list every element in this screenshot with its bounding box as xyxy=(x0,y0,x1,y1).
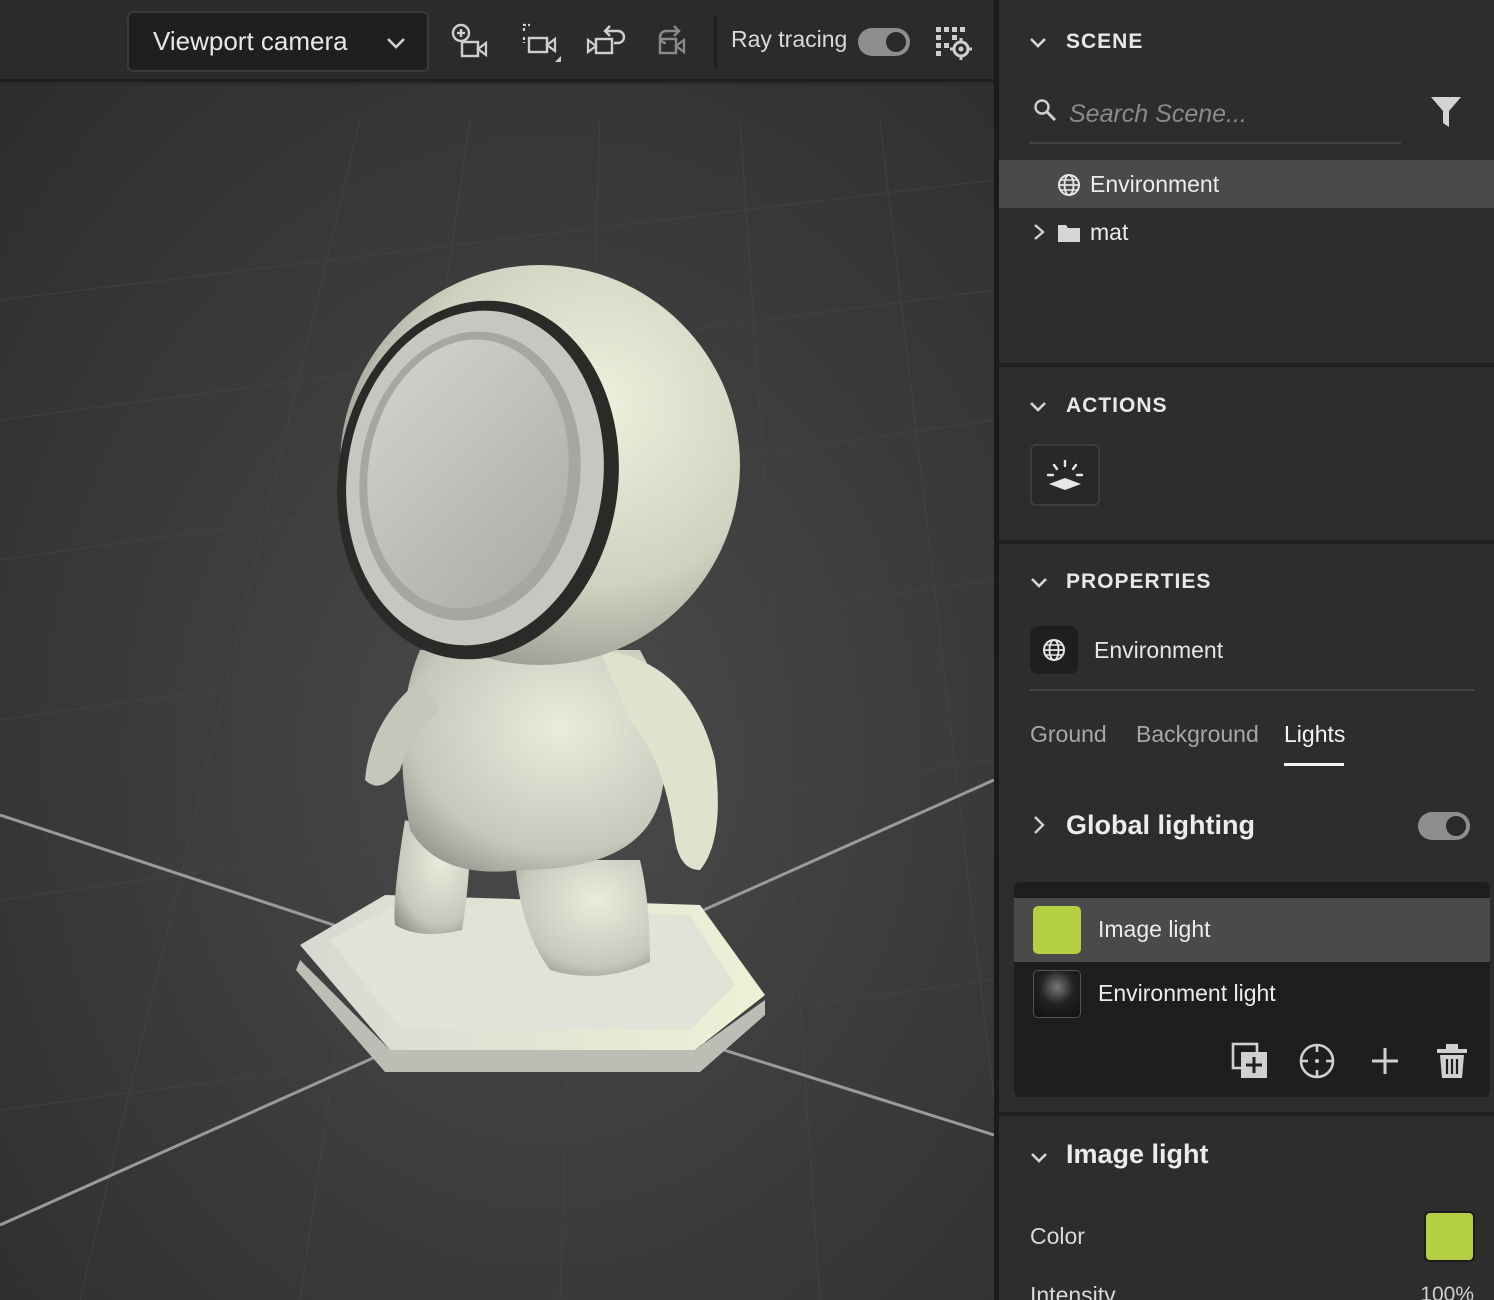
actions-section-title: ACTIONS xyxy=(1066,394,1168,417)
color-label: Color xyxy=(1030,1223,1085,1249)
scene-item-mat[interactable]: mat xyxy=(999,208,1494,256)
properties-section-title: PROPERTIES xyxy=(1066,570,1212,593)
object-type-badge xyxy=(1030,626,1078,674)
delete-light-icon[interactable] xyxy=(1433,1042,1471,1080)
lights-list: Image light Environment light xyxy=(1014,882,1490,1097)
scene-search-input[interactable] xyxy=(1069,96,1389,132)
filter-icon[interactable] xyxy=(1430,95,1462,129)
scene-item-environment[interactable]: Environment xyxy=(999,160,1494,208)
3d-viewport[interactable] xyxy=(0,85,994,1300)
tab-background[interactable]: Background xyxy=(1136,721,1259,748)
image-light-collapse-icon[interactable] xyxy=(1030,1152,1048,1164)
intensity-value[interactable]: 100% xyxy=(1420,1283,1474,1300)
scene-render xyxy=(0,119,994,1300)
search-icon xyxy=(1034,99,1057,122)
toolbar-separator xyxy=(714,16,717,68)
viewport-toolbar: Viewport camera Ray tracing xyxy=(0,0,994,82)
section-separator xyxy=(999,1112,1494,1116)
camera-select-label: Viewport camera xyxy=(153,26,348,56)
light-color-swatch xyxy=(1033,906,1081,954)
environment-thumbnail xyxy=(1033,970,1081,1018)
tab-lights[interactable]: Lights xyxy=(1284,721,1345,748)
drop-to-ground-icon xyxy=(1046,459,1084,490)
toggle-knob xyxy=(886,32,906,52)
ray-tracing-label: Ray tracing xyxy=(731,26,848,52)
divider xyxy=(1030,689,1474,691)
render-settings-icon[interactable] xyxy=(934,24,974,64)
chevron-down-icon xyxy=(387,38,405,49)
scene-collapse-icon[interactable] xyxy=(1029,37,1047,49)
scene-section-title: SCENE xyxy=(1066,30,1144,53)
globe-icon xyxy=(1058,174,1080,196)
global-lighting-toggle[interactable] xyxy=(1418,812,1470,840)
right-panel: SCENE Environment mat ACTIONS PROPERTIES… xyxy=(999,0,1494,1300)
drop-to-ground-button[interactable] xyxy=(1030,444,1100,506)
scene-item-label: mat xyxy=(1090,218,1129,245)
section-separator xyxy=(999,540,1494,544)
chevron-right-icon[interactable] xyxy=(1032,815,1046,835)
light-item-label: Environment light xyxy=(1098,980,1276,1006)
add-camera-icon[interactable] xyxy=(450,22,490,62)
light-item-image-light[interactable]: Image light xyxy=(1014,898,1490,962)
active-tab-indicator xyxy=(1284,763,1344,766)
camera-select[interactable]: Viewport camera xyxy=(127,11,429,72)
target-light-icon[interactable] xyxy=(1298,1042,1336,1080)
section-separator xyxy=(999,363,1494,367)
undo-camera-icon[interactable] xyxy=(586,22,626,62)
redo-camera-icon[interactable] xyxy=(656,22,696,62)
duplicate-light-icon[interactable] xyxy=(1231,1042,1269,1080)
add-light-icon[interactable] xyxy=(1366,1042,1404,1080)
properties-collapse-icon[interactable] xyxy=(1030,577,1048,589)
intensity-label: Intensity xyxy=(1030,1282,1116,1300)
scene-search xyxy=(1029,90,1401,144)
actions-collapse-icon[interactable] xyxy=(1029,401,1047,413)
ray-tracing-toggle[interactable] xyxy=(858,28,910,56)
light-item-label: Image light xyxy=(1098,916,1211,942)
global-lighting-label: Global lighting xyxy=(1066,810,1255,840)
tab-ground[interactable]: Ground xyxy=(1030,721,1107,748)
light-item-environment-light[interactable]: Environment light xyxy=(1014,962,1490,1026)
image-light-section-title: Image light xyxy=(1066,1139,1209,1169)
color-picker-swatch[interactable] xyxy=(1424,1211,1475,1262)
globe-icon xyxy=(1043,639,1065,661)
toggle-knob xyxy=(1446,816,1466,836)
scene-item-label: Environment xyxy=(1090,170,1220,197)
frame-camera-icon[interactable] xyxy=(521,22,561,62)
folder-icon xyxy=(1058,225,1080,242)
object-name: Environment xyxy=(1094,637,1224,663)
chevron-right-icon[interactable] xyxy=(1032,223,1046,241)
